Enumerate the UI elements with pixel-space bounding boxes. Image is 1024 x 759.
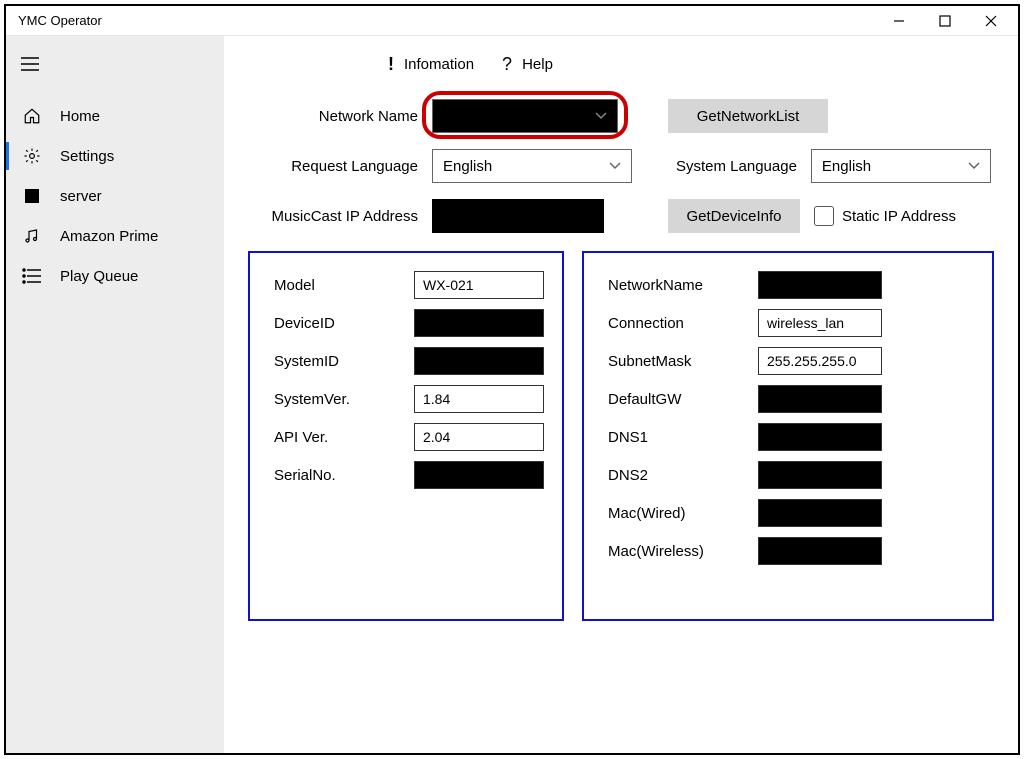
sidebar-item-settings[interactable]: Settings — [6, 136, 224, 176]
system-language-label: System Language — [676, 158, 797, 175]
device-info-panel: ModelWX-021 DeviceID SystemID SystemVer.… — [248, 251, 564, 621]
info-icon: ! — [388, 54, 394, 75]
dns1-label: DNS1 — [608, 429, 758, 446]
serialno-label: SerialNo. — [274, 467, 414, 484]
serialno-value-redacted — [414, 461, 544, 489]
help-icon: ? — [502, 54, 512, 75]
chevron-down-icon — [609, 162, 621, 170]
sidebar-item-label: Settings — [60, 148, 114, 165]
tab-label: Help — [522, 56, 553, 73]
hamburger-menu[interactable] — [10, 44, 50, 84]
connection-value: wireless_lan — [758, 309, 882, 337]
close-button[interactable] — [968, 6, 1014, 36]
networkname-label: NetworkName — [608, 277, 758, 294]
static-ip-label: Static IP Address — [842, 208, 956, 225]
sidebar-item-play-queue[interactable]: Play Queue — [6, 256, 224, 296]
gear-icon — [20, 147, 44, 165]
sidebar-item-server[interactable]: server — [6, 176, 224, 216]
window-title: YMC Operator — [18, 13, 876, 28]
tab-row: ! Infomation ? Help — [388, 54, 994, 75]
network-name-label: Network Name — [248, 108, 418, 125]
deviceid-value-redacted — [414, 309, 544, 337]
macwired-value-redacted — [758, 499, 882, 527]
dns2-value-redacted — [758, 461, 882, 489]
model-value: WX-021 — [414, 271, 544, 299]
system-language-value: English — [822, 158, 871, 175]
titlebar: YMC Operator — [6, 6, 1018, 36]
connection-label: Connection — [608, 315, 758, 332]
networkname-value-redacted — [758, 271, 882, 299]
chevron-down-icon — [968, 162, 980, 170]
tab-information[interactable]: ! Infomation — [388, 54, 474, 75]
maximize-button[interactable] — [922, 6, 968, 36]
ip-address-label: MusicCast IP Address — [248, 208, 418, 225]
minimize-button[interactable] — [876, 6, 922, 36]
macwireless-value-redacted — [758, 537, 882, 565]
macwired-label: Mac(Wired) — [608, 505, 758, 522]
get-device-info-button[interactable]: GetDeviceInfo — [668, 199, 800, 233]
network-info-panel: NetworkName Connectionwireless_lan Subne… — [582, 251, 994, 621]
apiver-value: 2.04 — [414, 423, 544, 451]
static-ip-checkbox[interactable]: Static IP Address — [814, 206, 956, 226]
tab-label: Infomation — [404, 56, 474, 73]
dns2-label: DNS2 — [608, 467, 758, 484]
sidebar-item-label: Home — [60, 108, 100, 125]
server-icon — [20, 188, 44, 204]
app-window: YMC Operator Home — [4, 4, 1020, 755]
network-name-select[interactable] — [432, 99, 618, 133]
systemver-value: 1.84 — [414, 385, 544, 413]
request-language-label: Request Language — [248, 158, 418, 175]
system-language-select[interactable]: English — [811, 149, 991, 183]
ip-address-value-redacted — [432, 199, 604, 233]
request-language-value: English — [443, 158, 492, 175]
apiver-label: API Ver. — [274, 429, 414, 446]
sidebar-item-home[interactable]: Home — [6, 96, 224, 136]
sidebar-item-label: server — [60, 188, 102, 205]
get-network-list-button[interactable]: GetNetworkList — [668, 99, 828, 133]
dns1-value-redacted — [758, 423, 882, 451]
defaultgw-label: DefaultGW — [608, 391, 758, 408]
subnet-value: 255.255.255.0 — [758, 347, 882, 375]
subnet-label: SubnetMask — [608, 353, 758, 370]
sidebar-item-label: Amazon Prime — [60, 228, 158, 245]
main-content: ! Infomation ? Help Network Name — [224, 36, 1018, 753]
sidebar-item-label: Play Queue — [60, 268, 138, 285]
systemid-label: SystemID — [274, 353, 414, 370]
music-icon — [20, 227, 44, 245]
tab-help[interactable]: ? Help — [502, 54, 553, 75]
chevron-down-icon — [595, 112, 607, 120]
model-label: Model — [274, 277, 414, 294]
systemver-label: SystemVer. — [274, 391, 414, 408]
defaultgw-value-redacted — [758, 385, 882, 413]
checkbox-box — [814, 206, 834, 226]
list-icon — [20, 269, 44, 283]
macwireless-label: Mac(Wireless) — [608, 543, 758, 560]
sidebar-item-amazon-prime[interactable]: Amazon Prime — [6, 216, 224, 256]
sidebar: Home Settings server Amazon Prime — [6, 36, 224, 753]
deviceid-label: DeviceID — [274, 315, 414, 332]
home-icon — [20, 107, 44, 125]
systemid-value-redacted — [414, 347, 544, 375]
request-language-select[interactable]: English — [432, 149, 632, 183]
